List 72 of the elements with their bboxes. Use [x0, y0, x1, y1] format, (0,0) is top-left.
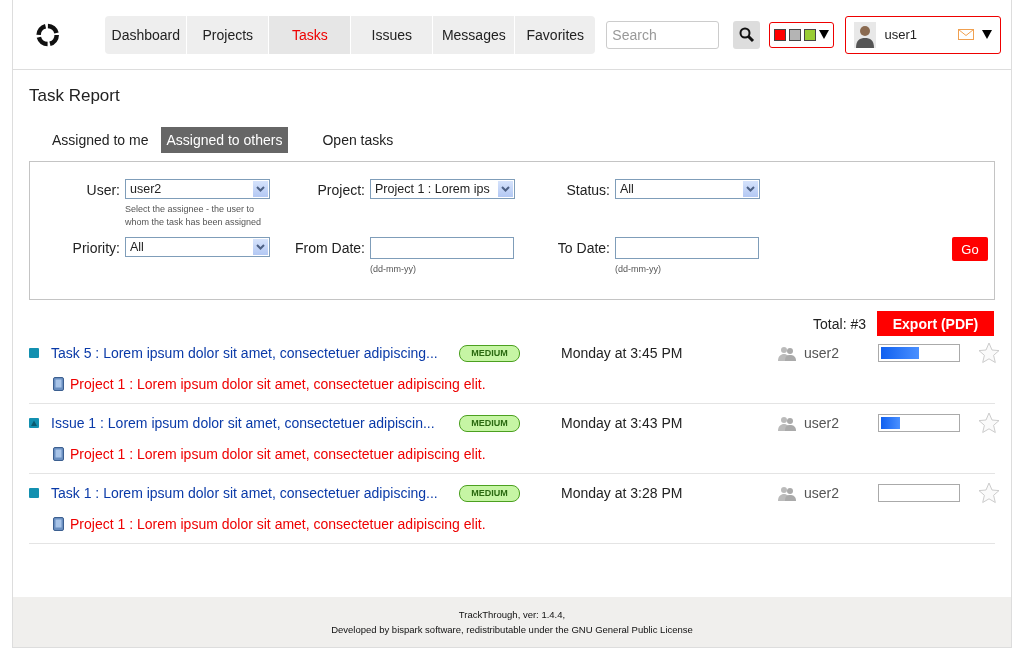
favorite-star-icon[interactable] [978, 482, 1000, 504]
assignee-name: user2 [804, 345, 841, 361]
date-field[interactable] [615, 237, 759, 259]
report-tab[interactable]: Assigned to me [46, 127, 155, 153]
users-icon [778, 345, 796, 361]
dropdown-field[interactable]: user2 [125, 179, 270, 199]
search-button[interactable] [733, 20, 761, 49]
color-swatch[interactable] [789, 28, 802, 41]
caret-icon [982, 30, 992, 39]
dropdown-field[interactable]: All [615, 179, 760, 199]
task-icon [29, 488, 39, 498]
project-link[interactable]: Project 1 : Lorem ipsum dolor sit amet, consectetuer adipiscing elit. [70, 445, 486, 462]
favorite-star-icon[interactable] [978, 412, 1000, 434]
book-icon [53, 516, 64, 531]
report-tab[interactable]: Assigned to others [160, 127, 289, 153]
footer-text: TrackThrough, ver: 1.4.4, [458, 609, 566, 620]
dropdown-field[interactable]: Project 1 : Lorem ips [370, 179, 515, 199]
field-hint: (dd-mm-yy) [615, 263, 662, 276]
task-time: Monday at 3:45 PM [561, 345, 684, 361]
book-icon [53, 446, 64, 461]
search-field[interactable]: Search [606, 20, 720, 49]
chevron-down-icon [253, 181, 268, 197]
priority-badge: MEDIUM [459, 414, 520, 432]
theme-picker[interactable] [769, 21, 835, 48]
report-tab[interactable]: Open tasks [316, 127, 400, 153]
assignee-name: user2 [804, 485, 841, 501]
priority-badge: MEDIUM [459, 344, 520, 362]
nav-tab[interactable]: Dashboard [105, 15, 188, 54]
users-icon [778, 415, 796, 431]
book-icon [53, 376, 64, 391]
nav-tab[interactable]: Tasks [269, 15, 352, 54]
export-button[interactable]: Export (PDF) [877, 311, 994, 336]
total-count: Total: #3 [813, 315, 866, 332]
chevron-down-icon [743, 181, 758, 197]
color-swatch[interactable] [804, 28, 817, 41]
assignee-name: user2 [804, 415, 841, 431]
nav-tab[interactable]: Issues [351, 15, 434, 54]
avatar-icon [854, 21, 877, 48]
user-menu[interactable]: user1 [845, 15, 1001, 54]
field-label: From Date: [294, 239, 365, 256]
date-field[interactable] [370, 237, 514, 259]
chevron-down-icon [498, 181, 513, 197]
field-label: Priority: [71, 239, 120, 256]
chevron-down-icon [253, 239, 268, 255]
field-label: Project: [316, 181, 365, 198]
issue-icon [29, 418, 39, 428]
footer-text: Developed by bispark software, redistributable under the GNU General Public License [331, 624, 693, 635]
field-hint: Select the assignee - the user to whom the task has been assigned [125, 203, 263, 229]
task-link[interactable]: Task 1 : Lorem ipsum dolor sit amet, consectetuer adipiscing... [51, 485, 459, 501]
priority-badge: MEDIUM [459, 484, 520, 502]
nav-tab[interactable]: Favorites [515, 15, 596, 54]
task-link[interactable]: Task 5 : Lorem ipsum dolor sit amet, consectetuer adipiscing... [51, 345, 459, 361]
users-icon [778, 485, 796, 501]
task-time: Monday at 3:43 PM [561, 415, 684, 431]
field-label: User: [85, 181, 120, 198]
go-button[interactable]: Go [952, 237, 988, 261]
task-time: Monday at 3:28 PM [561, 485, 684, 501]
mail-icon[interactable] [958, 29, 974, 40]
task-icon [29, 348, 39, 358]
field-label: To Date: [556, 239, 610, 256]
color-swatch[interactable] [774, 28, 787, 41]
task-link[interactable]: Issue 1 : Lorem ipsum dolor sit amet, consectetuer adipiscin... [51, 415, 459, 431]
search-icon [738, 26, 755, 43]
page-title: Task Report [29, 86, 120, 106]
favorite-star-icon[interactable] [978, 342, 1000, 364]
field-label: Status: [565, 181, 610, 198]
nav-tab[interactable]: Messages [433, 15, 516, 54]
field-hint: (dd-mm-yy) [370, 263, 417, 276]
project-link[interactable]: Project 1 : Lorem ipsum dolor sit amet, consectetuer adipiscing elit. [70, 515, 486, 532]
user-name: user1 [884, 27, 918, 42]
dropdown-field[interactable]: All [125, 237, 270, 257]
project-link[interactable]: Project 1 : Lorem ipsum dolor sit amet, consectetuer adipiscing elit. [70, 375, 486, 392]
